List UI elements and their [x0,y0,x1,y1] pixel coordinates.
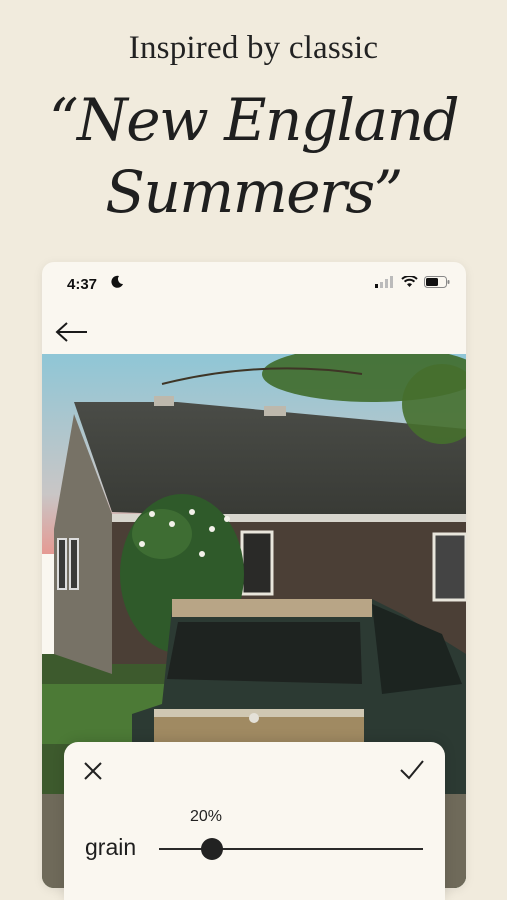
close-icon[interactable] [82,760,104,782]
moon-icon [111,275,123,288]
promo-headline: “New England Summers” [0,84,507,228]
headline-line-2: Summers” [105,158,403,226]
status-time: 4:37 [67,276,98,293]
status-bar: 4:37 [42,262,466,306]
grain-slider[interactable] [159,838,423,860]
adjustment-panel: 20% grain [64,742,445,900]
headline-line-1: “New England [48,86,460,154]
cellular-signal-icon [375,276,393,288]
wifi-icon [401,276,418,287]
slider-value-label: 20% [190,808,223,825]
battery-icon [424,276,450,288]
slider-thumb[interactable] [200,838,223,860]
arrow-left-icon[interactable] [54,318,90,346]
promo-subtitle: Inspired by classic [128,30,379,66]
checkmark-icon[interactable] [399,758,425,782]
adjustment-label: grain [85,834,137,860]
